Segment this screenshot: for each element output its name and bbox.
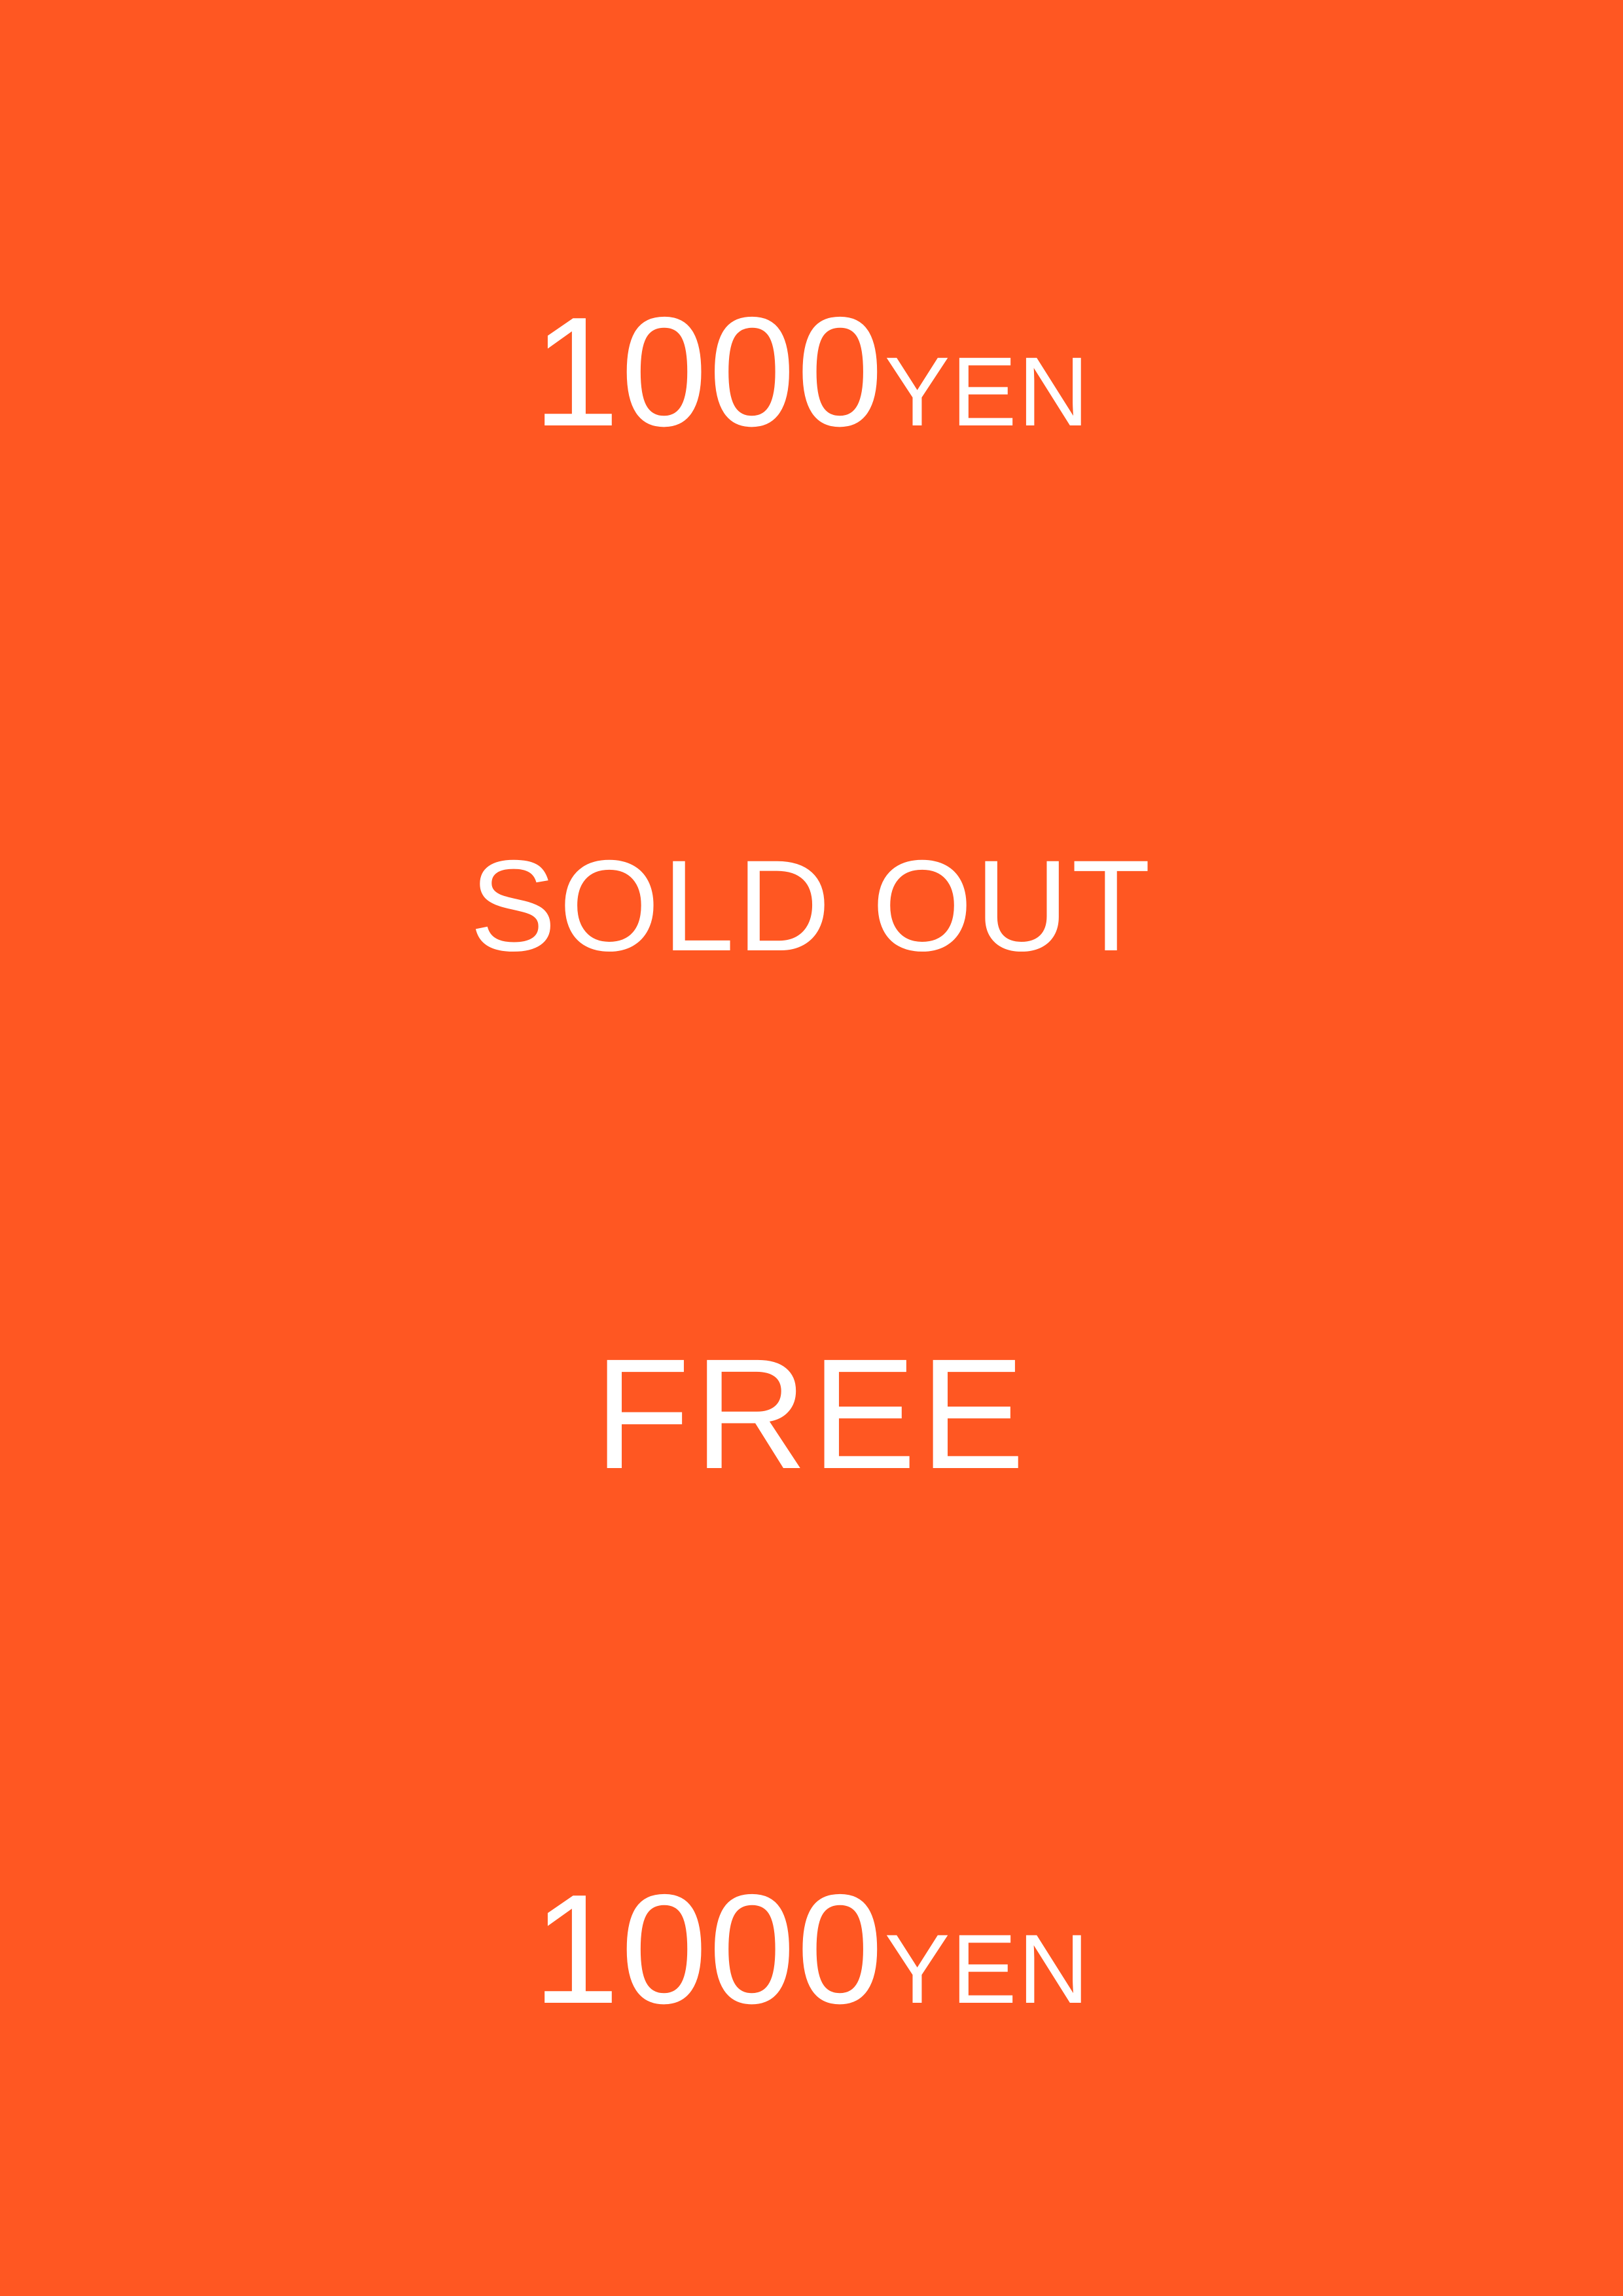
- sold-out-text: SOLD OUT: [469, 833, 1154, 978]
- free-label: FREE: [0, 1335, 1623, 1492]
- price-unit: YEN: [884, 1914, 1090, 2024]
- free-text: FREE: [594, 1326, 1029, 1501]
- price-amount: 1000: [533, 285, 885, 459]
- price-label-top: 1000YEN: [0, 295, 1623, 450]
- price-unit: YEN: [884, 336, 1090, 446]
- price-amount: 1000: [533, 1863, 885, 2036]
- sold-out-label: SOLD OUT: [0, 841, 1623, 971]
- price-label-bottom: 1000YEN: [0, 1872, 1623, 2028]
